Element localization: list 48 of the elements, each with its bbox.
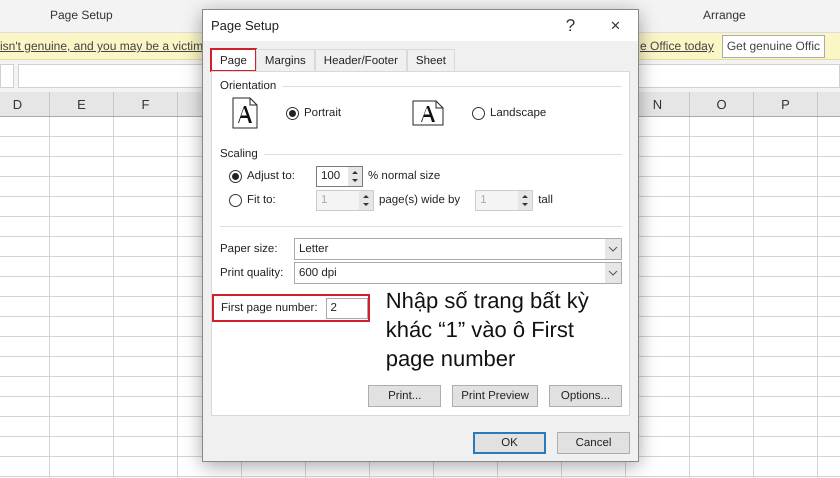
scale-spinbox[interactable]: 100 [316,166,363,186]
unit-label: tall [538,194,553,206]
tab[interactable]: Sheet [406,49,455,71]
section-label: Scaling [220,148,258,160]
radio-label: Landscape [490,107,546,119]
first-page-number-field[interactable]: 2 [326,298,368,318]
caret-icon [605,239,621,259]
cancel-button[interactable]: Cancel [557,432,630,454]
section-label: Orientation [220,80,276,92]
radio-button[interactable] [229,170,242,182]
radio-label: Portrait [304,107,342,119]
ribbon-group-label: Arrange [703,8,746,22]
landscape-page-icon [412,100,444,126]
unit-label: % normal size [368,170,440,182]
radio-label: Adjust to: [247,170,295,182]
dialog-title: Page Setup [211,18,280,33]
field-label: Print quality: [220,267,284,279]
column-header[interactable]: F [114,92,178,116]
help-button[interactable]: ? [548,10,593,40]
notice-text: e Office today [640,39,714,53]
unit-label: page(s) wide by [379,194,460,206]
tab[interactable]: Page [211,49,256,71]
radio-button[interactable] [472,106,485,120]
ok-button[interactable]: OK [473,432,546,454]
radio-label: Fit to: [247,194,276,206]
column-header[interactable]: O [690,92,754,116]
paper-size-dropdown[interactable]: Letter [294,238,622,260]
radio-button[interactable] [286,106,299,120]
portrait-page-icon [232,97,258,129]
ribbon-group-label: Page Setup [50,8,113,22]
dialog-button[interactable]: Print... [368,385,442,407]
dialog-button[interactable]: Options... [549,385,622,407]
spin-arrows-icon[interactable] [518,190,532,210]
field-label: Paper size: [220,243,279,255]
dialog-button[interactable]: Print Preview [452,385,538,407]
field-label: First page number: [221,302,318,314]
column-header[interactable]: E [50,92,114,116]
tab[interactable]: Header/Footer [314,49,407,71]
caret-icon [605,263,621,283]
spin-arrows-icon[interactable] [348,166,362,186]
close-button[interactable]: × [593,10,638,40]
print-quality-dropdown[interactable]: 600 dpi [294,262,622,284]
annotation-text: Nhập số trang bất kỳ khác “1” vào ô First page number [386,287,590,373]
tab[interactable]: Margins [256,49,315,71]
genuine-office-button[interactable]: Get genuine Offic [722,34,825,58]
column-header[interactable]: P [754,92,818,116]
notice-text: isn't genuine, and you may be a victim [0,39,204,53]
column-header[interactable]: D [0,92,50,116]
